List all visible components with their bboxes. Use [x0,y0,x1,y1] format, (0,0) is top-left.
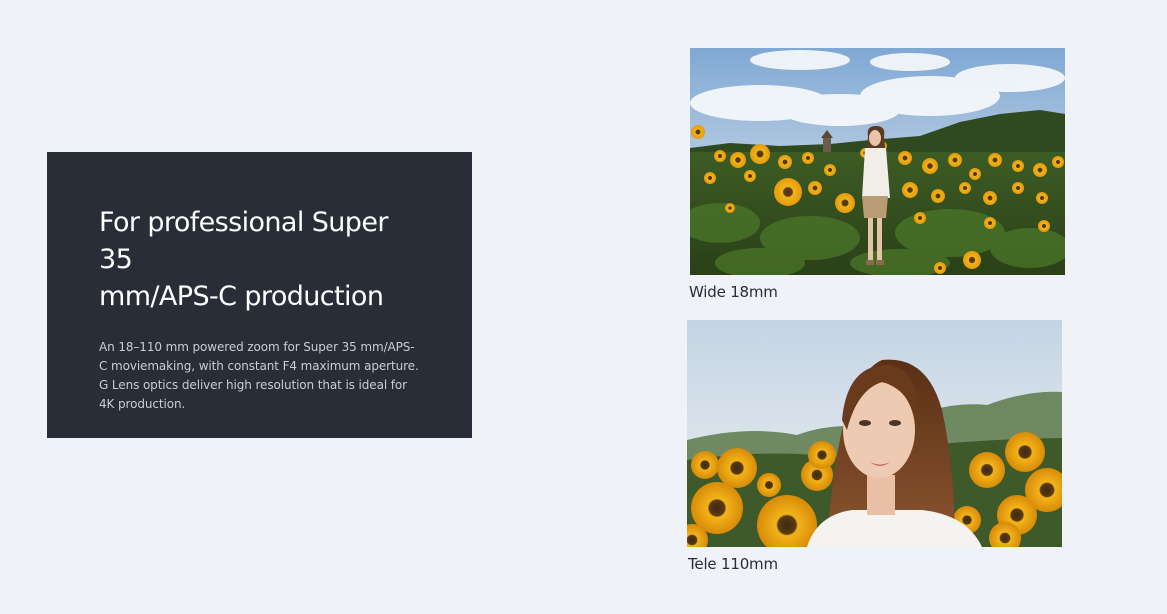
tele-110mm-photo [687,320,1062,547]
tele-sample-figure: Tele 110mm [687,320,1062,573]
feature-panel: For professional Super 35 mm/APS-C produc… [47,152,472,438]
feature-title-line-1: For professional Super 35 [99,207,388,275]
tele-caption: Tele 110mm [688,555,778,573]
wide-caption: Wide 18mm [689,283,778,301]
feature-title: For professional Super 35 mm/APS-C produc… [99,204,420,315]
feature-description: An 18–110 mm powered zoom for Super 35 m… [99,340,419,411]
feature-title-line-2: mm/APS-C production [99,281,384,312]
wide-sample-figure: Wide 18mm [689,48,1065,301]
wide-18mm-photo [690,48,1065,275]
